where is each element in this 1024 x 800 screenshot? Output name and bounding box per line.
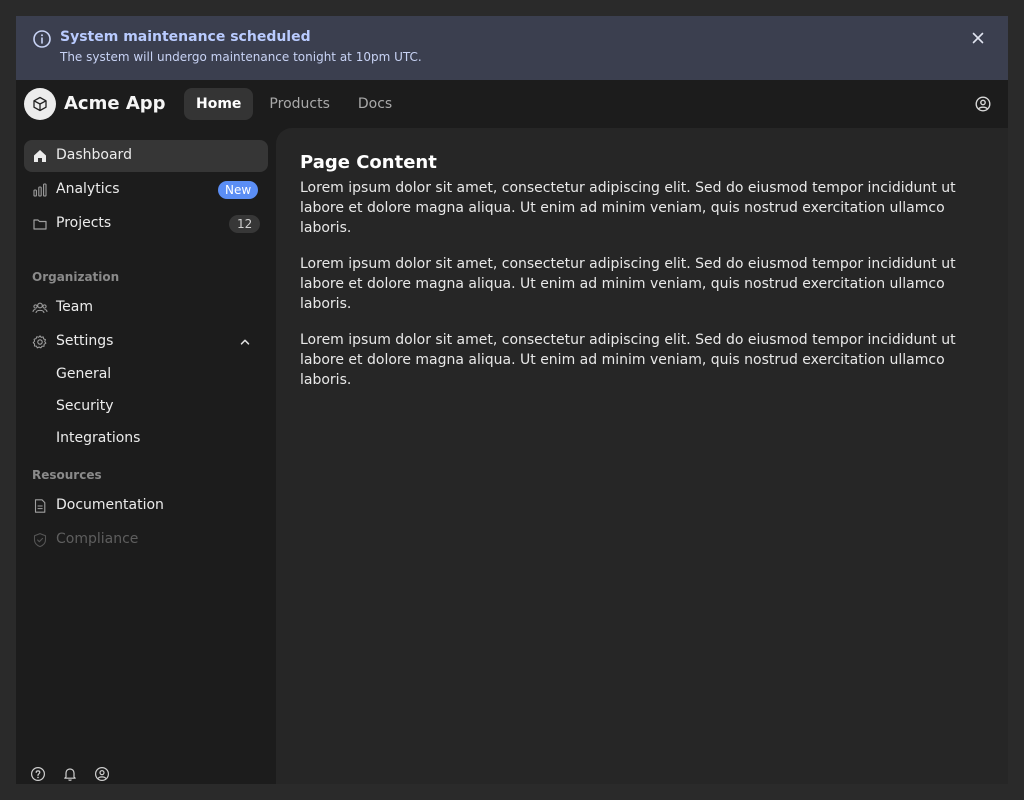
sidebar-item-dashboard[interactable]: Dashboard xyxy=(24,140,268,172)
page-title: Page Content xyxy=(300,152,437,173)
sidebar-item-label: Compliance xyxy=(56,531,139,547)
new-badge: New xyxy=(218,181,259,199)
sidebar-item-label: Projects xyxy=(56,215,112,231)
chevron-up-icon[interactable] xyxy=(238,335,252,349)
user-account-icon[interactable] xyxy=(974,95,992,113)
bar-chart-icon xyxy=(33,183,47,197)
sidebar-item-settings[interactable]: Settings xyxy=(24,326,268,358)
content-paragraph: Lorem ipsum dolor sit amet, consectetur … xyxy=(300,256,956,312)
sidebar-subitem-security[interactable]: Security xyxy=(56,398,114,414)
folder-icon xyxy=(33,219,47,230)
sidebar-item-analytics[interactable]: Analytics New xyxy=(24,174,268,206)
count-badge: 12 xyxy=(229,215,261,233)
sidebar-item-compliance: Compliance xyxy=(24,524,268,556)
sidebar-item-label: Documentation xyxy=(56,497,164,513)
app-window: System maintenance scheduled The system … xyxy=(16,16,1008,784)
nav-docs[interactable]: Docs xyxy=(346,88,404,120)
document-icon xyxy=(34,499,46,513)
sidebar-item-label: Dashboard xyxy=(56,147,132,163)
sidebar-item-label: Settings xyxy=(56,333,114,349)
sidebar-subitem-general[interactable]: General xyxy=(56,366,111,382)
home-icon xyxy=(34,150,46,162)
sidebar-item-label: Team xyxy=(56,299,94,315)
sidebar-item-label: Analytics xyxy=(56,181,120,197)
app-logo[interactable] xyxy=(24,88,56,120)
app-name: Acme App xyxy=(64,93,166,114)
section-label-organization: Organization xyxy=(32,270,120,284)
maintenance-banner: System maintenance scheduled The system … xyxy=(16,16,1008,80)
main-content: Page Content Lorem ipsum dolor sit amet,… xyxy=(276,128,1008,784)
sidebar-item-documentation[interactable]: Documentation xyxy=(24,490,268,522)
top-nav: Home Products Docs xyxy=(184,88,408,120)
user-icon[interactable] xyxy=(94,766,110,782)
section-label-resources: Resources xyxy=(32,468,102,482)
sidebar-item-team[interactable]: Team xyxy=(24,292,268,324)
banner-title: System maintenance scheduled xyxy=(60,29,311,45)
sidebar: Dashboard Analytics New Projects 12 Orga… xyxy=(16,128,276,784)
sidebar-subitem-integrations[interactable]: Integrations xyxy=(56,430,140,446)
shield-icon xyxy=(33,533,47,548)
info-icon xyxy=(33,30,51,48)
cube-icon xyxy=(33,96,47,112)
top-bar: Acme App Home Products Docs xyxy=(16,80,1008,128)
banner-message: The system will undergo maintenance toni… xyxy=(60,50,422,64)
content-paragraph: Lorem ipsum dolor sit amet, consectetur … xyxy=(300,332,956,388)
nav-home[interactable]: Home xyxy=(184,88,254,120)
help-icon[interactable] xyxy=(30,766,46,782)
content-paragraph: Lorem ipsum dolor sit amet, consectetur … xyxy=(300,180,956,236)
gear-icon xyxy=(32,335,47,349)
sidebar-item-projects[interactable]: Projects 12 xyxy=(24,208,268,240)
bell-icon[interactable] xyxy=(62,766,78,782)
users-icon xyxy=(32,302,48,314)
close-icon[interactable] xyxy=(968,28,988,48)
nav-products[interactable]: Products xyxy=(257,88,341,120)
